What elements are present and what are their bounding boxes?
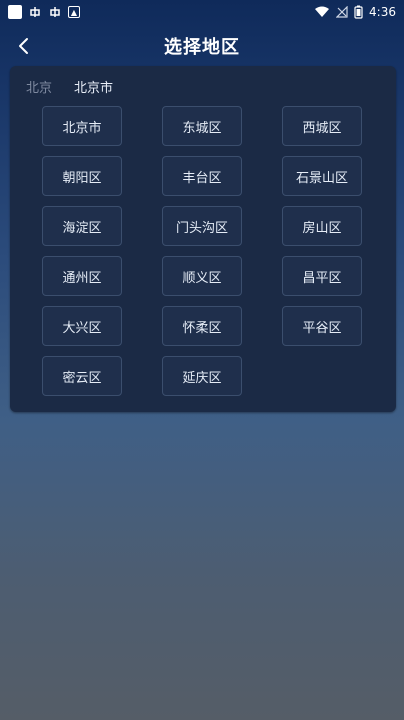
breadcrumb-item-beijing[interactable]: 北京 (26, 77, 52, 96)
region-panel: 北京 北京市 北京市 东城区 西城区 朝阳区 丰台区 石景山区 海淀区 门头沟区… (10, 66, 396, 412)
district-button[interactable]: 房山区 (282, 206, 362, 246)
district-button[interactable]: 西城区 (282, 106, 362, 146)
bug-icon (30, 7, 40, 17)
district-button[interactable]: 门头沟区 (162, 206, 242, 246)
bug-icon (50, 7, 60, 17)
district-button[interactable]: 朝阳区 (42, 156, 122, 196)
breadcrumb-item-beijing-city[interactable]: 北京市 (74, 77, 113, 96)
app-bar: 选择地区 (0, 24, 404, 68)
district-button[interactable]: 大兴区 (42, 306, 122, 346)
battery-icon (354, 5, 363, 19)
page-title: 选择地区 (164, 37, 240, 58)
chevron-left-icon (19, 38, 28, 54)
wifi-icon (315, 6, 330, 17)
district-button[interactable]: 昌平区 (282, 256, 362, 296)
district-grid: 北京市 东城区 西城区 朝阳区 丰台区 石景山区 海淀区 门头沟区 房山区 通州… (42, 106, 364, 396)
district-button[interactable]: 丰台区 (162, 156, 242, 196)
district-button[interactable]: 石景山区 (282, 156, 362, 196)
district-button[interactable]: 东城区 (162, 106, 242, 146)
district-button[interactable]: 密云区 (42, 356, 122, 396)
district-button[interactable]: 怀柔区 (162, 306, 242, 346)
status-right: 4:36 (314, 5, 396, 19)
no-signal-icon (336, 6, 348, 18)
status-bar: ▲ 4:36 (0, 0, 404, 24)
back-button[interactable] (10, 32, 38, 60)
photo-icon: ▲ (68, 6, 80, 18)
district-button[interactable]: 延庆区 (162, 356, 242, 396)
district-button[interactable]: 顺义区 (162, 256, 242, 296)
district-button[interactable]: 平谷区 (282, 306, 362, 346)
breadcrumb: 北京 北京市 (10, 66, 396, 106)
district-button[interactable]: 通州区 (42, 256, 122, 296)
district-button[interactable]: 海淀区 (42, 206, 122, 246)
district-button[interactable]: 北京市 (42, 106, 122, 146)
status-time: 4:36 (369, 5, 396, 19)
app-square-icon (8, 5, 22, 19)
status-left: ▲ (8, 5, 80, 19)
